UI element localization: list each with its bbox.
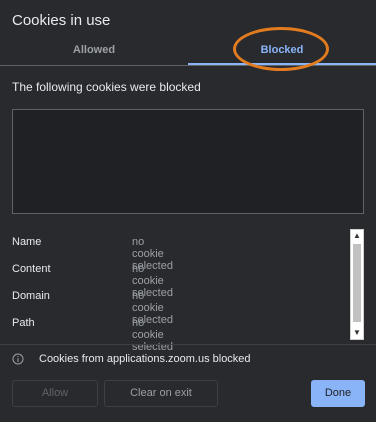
tab-allowed[interactable]: Allowed xyxy=(0,38,188,65)
cookies-dialog: Cookies in use Allowed Blocked The follo… xyxy=(0,0,376,422)
details-scrollbar[interactable]: ▲ ▼ xyxy=(350,229,364,340)
detail-label: Content xyxy=(12,263,51,275)
scroll-up-arrow-icon[interactable]: ▲ xyxy=(351,230,363,242)
detail-value: no cookie selected xyxy=(132,317,173,353)
detail-label: Domain xyxy=(12,290,50,302)
info-icon xyxy=(12,353,24,365)
scroll-down-arrow-icon[interactable]: ▼ xyxy=(351,327,363,339)
scroll-thumb[interactable] xyxy=(353,244,361,322)
detail-label: Name xyxy=(12,236,42,248)
blocked-cookies-heading: The following cookies were blocked xyxy=(12,80,201,94)
cookie-tree-view[interactable] xyxy=(12,109,364,214)
annotation-highlight-circle xyxy=(233,27,329,71)
cookie-details: Name no cookie selected Content no cooki… xyxy=(12,229,364,353)
divider xyxy=(0,344,376,345)
done-button[interactable]: Done xyxy=(311,380,365,407)
dialog-title: Cookies in use xyxy=(12,12,111,29)
status-text: Cookies from applications.zoom.us blocke… xyxy=(39,353,251,365)
detail-label: Path xyxy=(12,317,35,329)
clear-on-exit-button[interactable]: Clear on exit xyxy=(104,380,218,407)
allow-button[interactable]: Allow xyxy=(12,380,98,407)
